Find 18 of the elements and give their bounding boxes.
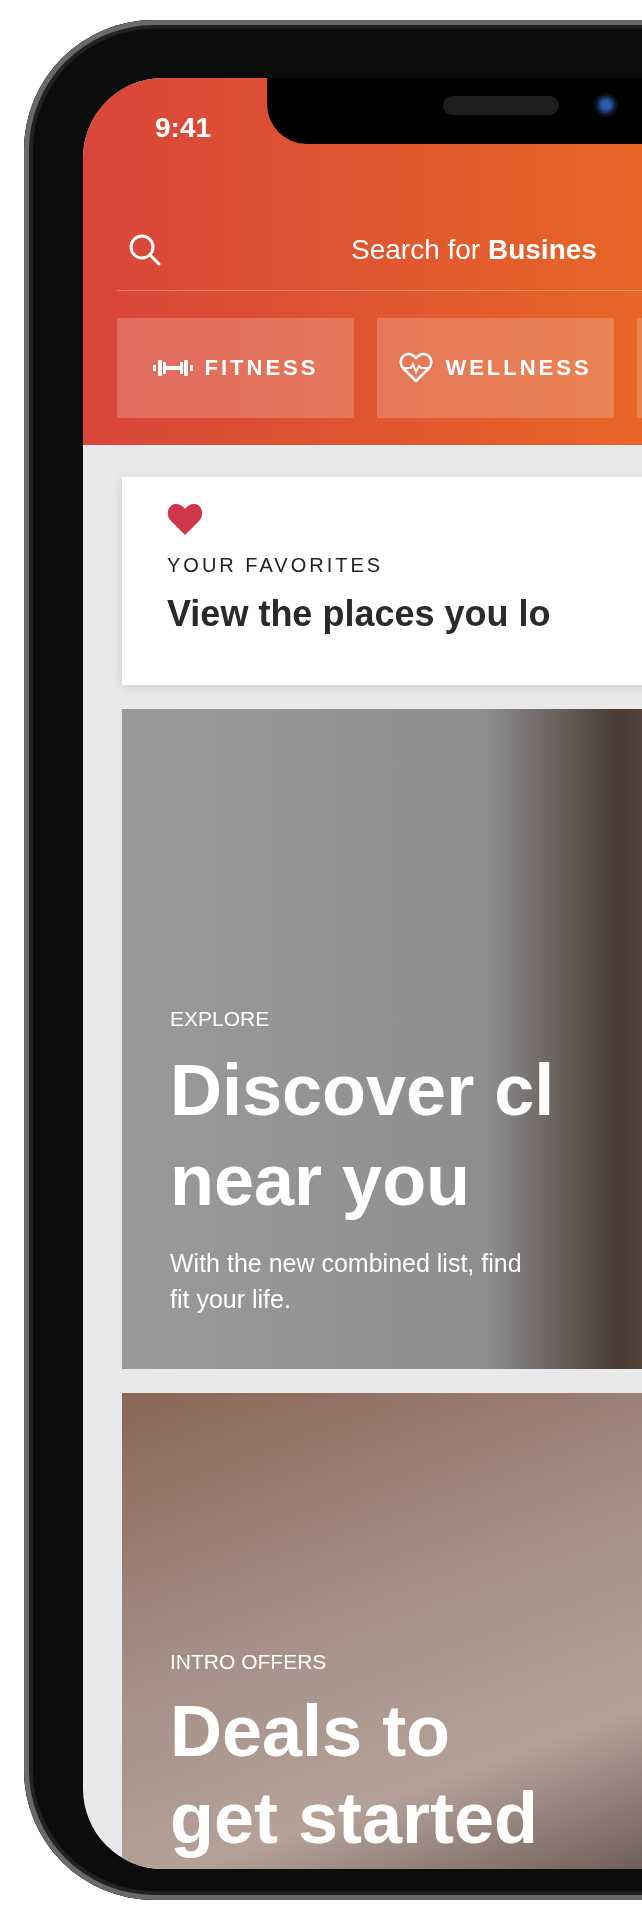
category-button[interactable]: WELLNESS <box>377 318 614 418</box>
card-eyebrow: INTRO OFFERS <box>170 1650 327 1675</box>
card-description: With the new combined list, find fit your life. <box>170 1247 522 1315</box>
favorites-card[interactable]: YOUR FAVORITES View the places you lo <box>122 477 642 685</box>
heart-icon <box>167 503 203 536</box>
card-title: Discover cl near you <box>170 1048 555 1222</box>
card-eyebrow: EXPLORE <box>170 1006 270 1031</box>
search-placeholder[interactable]: Search for Busines <box>351 234 597 266</box>
category-button[interactable]: FITNESS <box>117 318 354 418</box>
camera-dot <box>594 93 618 117</box>
status-time: 9:41 <box>155 112 213 144</box>
search-icon[interactable] <box>127 232 163 268</box>
feature-card[interactable]: INTRO OFFERS Deals to get started <box>122 1393 642 1869</box>
card-title: Deals to get started <box>170 1690 539 1860</box>
favorites-label: YOUR FAVORITES <box>167 554 384 577</box>
feature-card[interactable]: EXPLORE Discover cl near you With the new combined list, find fit your life. <box>122 709 642 1369</box>
favorites-title: View the places you lo <box>167 593 551 635</box>
heartbeat-icon <box>399 352 434 384</box>
